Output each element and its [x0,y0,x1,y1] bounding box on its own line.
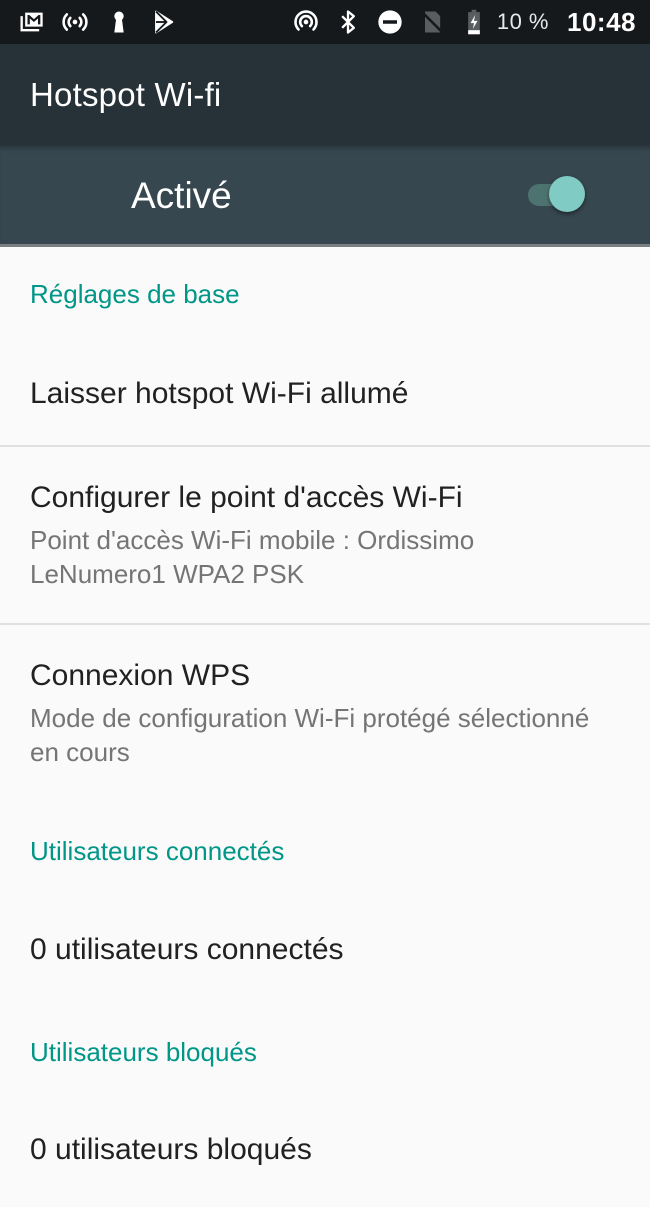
section-header-blocked-users: Utilisateurs bloqués [30,1037,257,1067]
switch-bar-divider [0,244,650,247]
app-bar: Hotspot Wi-fi [0,44,650,145]
no-sim-icon [417,7,447,37]
pref-title: Connexion WPS [30,659,251,692]
bluetooth-icon [333,7,363,37]
status-bar: 10 % 10:48 [0,0,650,44]
keyhole-icon [104,7,134,37]
play-store-icon [148,7,178,37]
pref-title: 0 utilisateurs bloqués [30,1133,312,1166]
pref-connected-users-count[interactable]: 0 utilisateurs connectés [0,887,650,1007]
battery-charging-icon [459,7,489,37]
hotspot-toggle[interactable] [528,176,588,212]
battery-percentage: 10 % [496,9,549,34]
hotspot-broadcast-icon [60,7,90,37]
pref-summary: Mode de configuration Wi-Fi protégé séle… [30,703,590,767]
pref-title: Configurer le point d'accès Wi-Fi [30,481,463,514]
page-title: Hotspot Wi-fi [30,75,222,113]
pref-summary: Point d'accès Wi-Fi mobile : Ordissimo L… [30,525,475,589]
toggle-thumb[interactable] [549,176,585,212]
section-header-basic-settings: Réglages de base [30,279,240,309]
pref-blocked-users-count[interactable]: 0 utilisateurs bloqués [0,1087,650,1207]
pref-configure-hotspot[interactable]: Configurer le point d'accès Wi-Fi Point … [0,447,650,623]
pref-title: Laisser hotspot Wi-Fi allumé [30,377,409,410]
clock: 10:48 [567,6,636,37]
status-bar-system: 10 % 10:48 [279,7,636,38]
pref-keep-hotspot-on[interactable]: Laisser hotspot Wi-Fi allumé [0,331,650,445]
hotspot-icon [291,7,321,37]
pref-wps-connection[interactable]: Connexion WPS Mode de configuration Wi-F… [0,625,650,797]
status-bar-notifications [16,7,192,37]
gmail-icon [16,7,46,37]
do-not-disturb-icon [375,7,405,37]
master-switch-label: Activé [131,175,232,216]
section-header-connected-users: Utilisateurs connectés [30,836,285,866]
pref-title: 0 utilisateurs connectés [30,933,344,966]
